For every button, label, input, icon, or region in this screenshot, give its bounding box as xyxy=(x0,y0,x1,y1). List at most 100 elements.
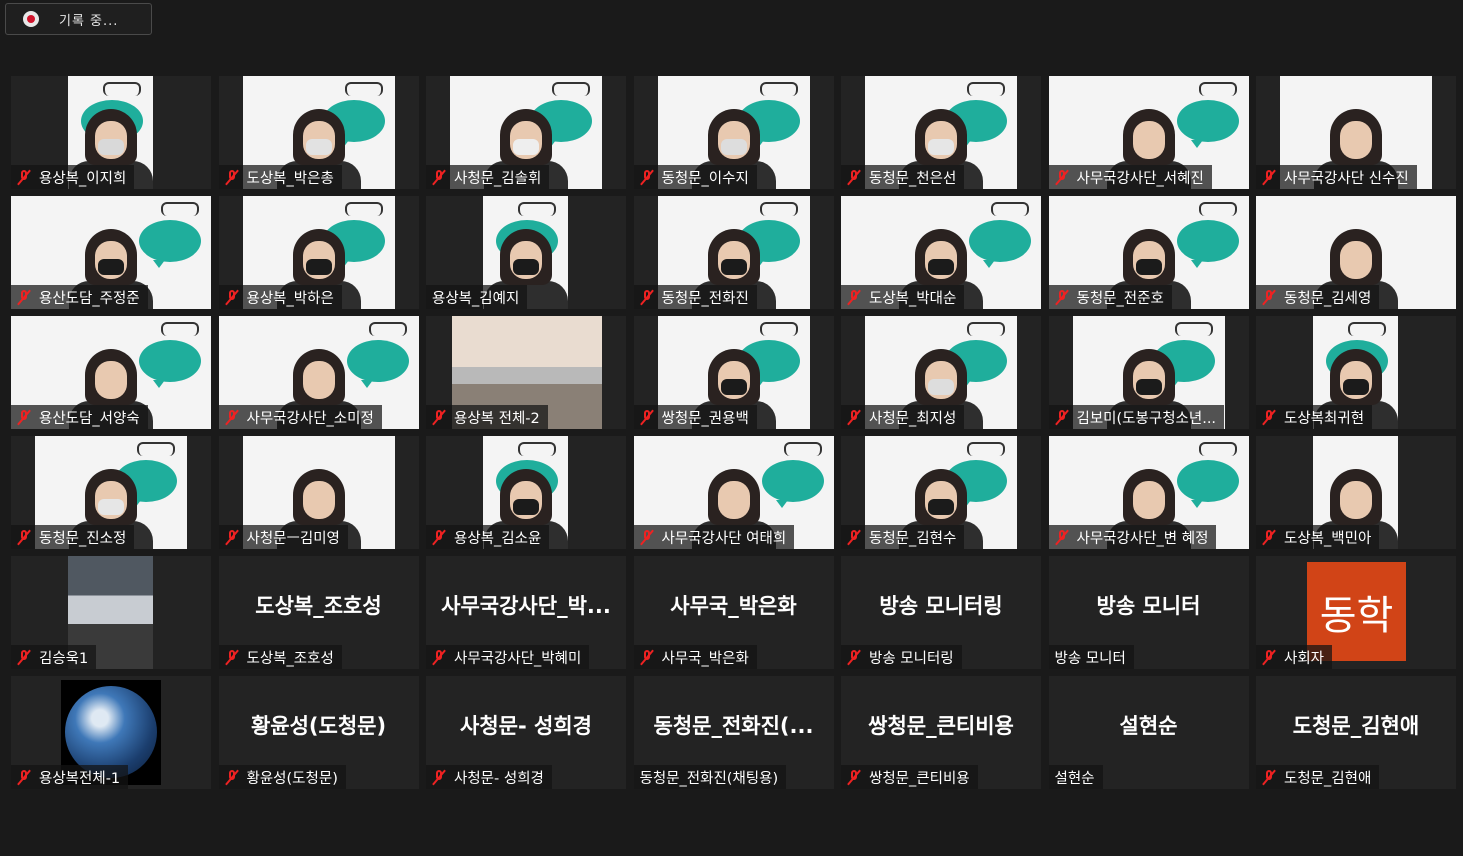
name-tag: 사무국강사단_소미정 xyxy=(218,405,382,429)
mic-muted-icon xyxy=(1262,529,1276,545)
participant-tile[interactable]: 용산도담_주정준 xyxy=(11,196,211,309)
participant-display-name: 사무국강사단_박... xyxy=(441,594,611,618)
participant-tile[interactable]: 도상복_조호성 도상복_조호성 xyxy=(218,556,419,669)
mic-muted-icon xyxy=(17,649,31,665)
background-bear-graphic xyxy=(759,322,798,336)
participant-name: 김승욱1 xyxy=(39,650,89,667)
name-tag: 사회자 xyxy=(1256,645,1333,669)
mic-muted-icon xyxy=(432,649,446,665)
name-tag: 사청문- 성희경 xyxy=(426,765,552,789)
recording-indicator[interactable]: 기록 중... xyxy=(5,3,152,35)
participant-tile[interactable]: 사청문_최지성 xyxy=(841,316,1041,429)
mic-muted-icon xyxy=(640,169,654,185)
participant-name: 사무국_박은화 xyxy=(661,650,749,667)
participant-tile[interactable]: 사무국강사단_소미정 xyxy=(218,316,419,429)
participant-name: 사무국강사단 여태희 xyxy=(661,530,787,547)
participant-tile[interactable]: 동학 사회자 xyxy=(1256,556,1456,669)
name-tag: 용산도담_서양숙 xyxy=(11,405,148,429)
participant-tile[interactable]: 용상복_이지희 xyxy=(11,76,211,189)
participant-tile[interactable]: 김보미(도봉구청소년... xyxy=(1048,316,1249,429)
participant-tile[interactable]: 도상복_박은총 xyxy=(218,76,419,189)
participant-tile[interactable]: 동청문_진소정 xyxy=(11,436,211,549)
name-tag: 도상복_백민아 xyxy=(1256,525,1380,549)
participant-name: 쌍청문_큰티비용 xyxy=(869,770,970,787)
participant-tile[interactable]: 쌍청문_큰티비용 쌍청문_큰티비용 xyxy=(841,676,1041,789)
participant-tile[interactable]: 도청문_김현애 도청문_김현애 xyxy=(1256,676,1456,789)
name-tag: 쌍청문_권용백 xyxy=(633,405,757,429)
participant-tile[interactable]: 용상복 전체-2 xyxy=(426,316,626,429)
participant-tile[interactable]: 사무국강사단 신수진 xyxy=(1256,76,1456,189)
participant-tile[interactable]: 사무국강사단_박... 사무국강사단_박혜미 xyxy=(426,556,626,669)
name-tag: 용상복_김소윤 xyxy=(426,525,550,549)
mic-muted-icon xyxy=(1055,409,1069,425)
participant-tile[interactable]: 방송 모니터링 방송 모니터링 xyxy=(841,556,1041,669)
participant-tile[interactable]: 사무국강사단 여태희 xyxy=(633,436,834,549)
participant-name: 도상복_백민아 xyxy=(1284,530,1372,547)
name-tag: 동청문_이수지 xyxy=(633,165,757,189)
participant-name: 사청문_최지성 xyxy=(869,410,957,427)
participant-name: 용상복_김소윤 xyxy=(454,530,542,547)
background-bear-graphic xyxy=(967,82,1005,96)
participant-name: 도상복_박대순 xyxy=(869,290,957,307)
participant-tile[interactable]: 용상복_김예지 xyxy=(426,196,626,309)
participant-tile[interactable]: 사무국강사단_변 혜정 xyxy=(1048,436,1249,549)
name-tag: 동청문_전화진(채팅용) xyxy=(633,765,787,789)
name-tag: 동청문_김현수 xyxy=(841,525,965,549)
participant-gallery: 용상복_이지희 도상복_박은총 사청문_김솔휘 동청문_이수지 동청문_천은선 사무국강사… xyxy=(11,76,1456,789)
participant-tile[interactable]: 용상복_박하은 xyxy=(218,196,419,309)
name-tag: 동청문_진소정 xyxy=(11,525,135,549)
participant-tile[interactable]: 동청문_김현수 xyxy=(841,436,1041,549)
participant-display-name: 쌍청문_큰티비용 xyxy=(868,714,1014,738)
participant-tile[interactable]: 동청문_이수지 xyxy=(633,76,834,189)
participant-tile[interactable]: 사청문ㅡ김미영 xyxy=(218,436,419,549)
participant-tile[interactable]: 쌍청문_권용백 xyxy=(633,316,834,429)
participant-tile[interactable]: 도상복최귀현 xyxy=(1256,316,1456,429)
name-tag: 사청문ㅡ김미영 xyxy=(218,525,348,549)
name-tag: 도상복_박대순 xyxy=(841,285,965,309)
participant-tile[interactable]: 설현순 설현순 xyxy=(1048,676,1249,789)
mic-muted-icon xyxy=(847,649,861,665)
participant-tile[interactable]: 동청문_천은선 xyxy=(841,76,1041,189)
mic-muted-icon xyxy=(432,169,446,185)
participant-tile[interactable]: 사무국_박은화 사무국_박은화 xyxy=(633,556,834,669)
participant-tile[interactable]: 용상복전체-1 xyxy=(11,676,211,789)
participant-display-name: 도상복_조호성 xyxy=(255,594,382,618)
participant-display-name: 설현순 xyxy=(1119,714,1178,738)
participant-display-name: 황윤성(도청문) xyxy=(250,714,387,738)
name-tag: 용산도담_주정준 xyxy=(11,285,148,309)
participant-name: 동청문_이수지 xyxy=(661,170,749,187)
participant-tile[interactable]: 사청문_김솔휘 xyxy=(426,76,626,189)
participant-tile[interactable]: 방송 모니터 방송 모니터 xyxy=(1048,556,1249,669)
background-bear-graphic xyxy=(967,322,1005,336)
participant-tile[interactable]: 동청문_전준호 xyxy=(1048,196,1249,309)
participant-tile[interactable]: 사청문- 성희경 사청문- 성희경 xyxy=(426,676,626,789)
name-tag: 동청문_김세영 xyxy=(1256,285,1380,309)
mic-muted-icon xyxy=(432,529,446,545)
record-icon xyxy=(23,11,39,27)
mic-muted-icon xyxy=(847,289,861,305)
mic-muted-icon xyxy=(225,169,239,185)
background-bear-graphic xyxy=(1198,202,1237,216)
mic-muted-icon xyxy=(1262,649,1276,665)
participant-tile[interactable]: 사무국강사단_서혜진 xyxy=(1048,76,1249,189)
participant-tile[interactable]: 용상복_김소윤 xyxy=(426,436,626,549)
mic-muted-icon xyxy=(847,409,861,425)
participant-name: 사청문- 성희경 xyxy=(454,770,544,787)
participant-tile[interactable]: 도상복_백민아 xyxy=(1256,436,1456,549)
name-tag: 용상복_이지희 xyxy=(11,165,135,189)
participant-display-name: 도청문_김현애 xyxy=(1292,714,1420,738)
participant-name: 사회자 xyxy=(1284,650,1325,667)
participant-name: 동청문_천은선 xyxy=(869,170,957,187)
mic-muted-icon xyxy=(432,409,446,425)
participant-tile[interactable]: 동청문_김세영 xyxy=(1256,196,1456,309)
participant-tile[interactable]: 도상복_박대순 xyxy=(841,196,1041,309)
participant-tile[interactable]: 동청문_전화진(... 동청문_전화진(채팅용) xyxy=(633,676,834,789)
participant-tile[interactable]: 황윤성(도청문) 황윤성(도청문) xyxy=(218,676,419,789)
participant-tile[interactable]: 김승욱1 xyxy=(11,556,211,669)
participant-tile[interactable]: 용산도담_서양숙 xyxy=(11,316,211,429)
name-tag: 사무국강사단 신수진 xyxy=(1256,165,1417,189)
name-tag: 도상복_조호성 xyxy=(218,645,342,669)
participant-tile[interactable]: 동청문_전화진 xyxy=(633,196,834,309)
participant-display-name: 동청문_전화진(... xyxy=(653,714,814,738)
participant-name: 방송 모니터 xyxy=(1054,650,1126,667)
